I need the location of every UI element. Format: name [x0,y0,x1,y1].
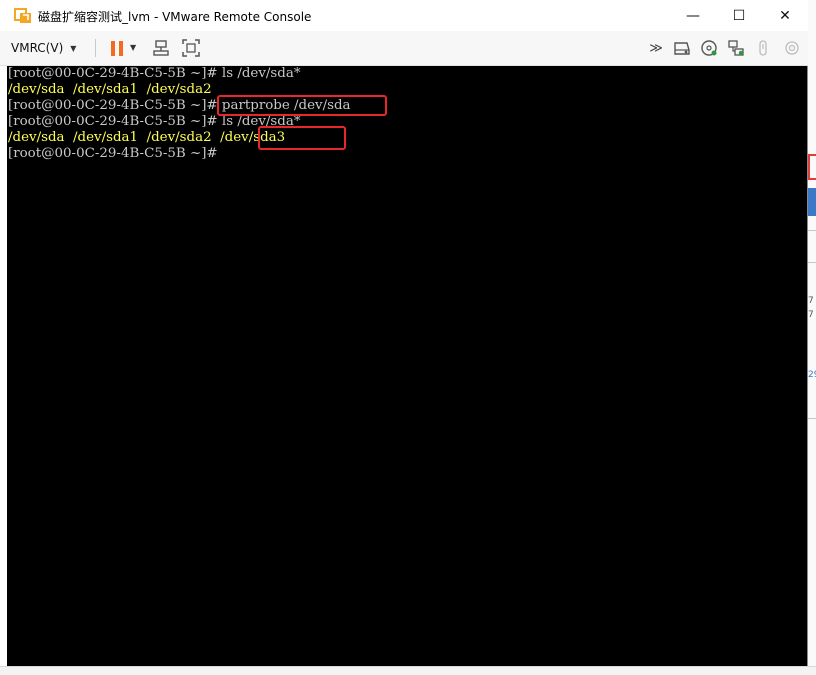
title-bar[interactable]: 磁盘扩缩容测试_lvm - VMware Remote Console — ☐ … [0,0,808,31]
toolbar: VMRC(V) ▼ ▼ ≫ [0,31,808,66]
maximize-icon: ☐ [732,7,746,24]
console-line: [root@00-0C-29-4B-C5-5B ~]# ls /dev/sda* [8,114,301,130]
sda3-highlight-box [258,126,346,150]
usb-button[interactable] [752,37,774,59]
background-app-edge: 7 7 29 [808,0,816,674]
background-text: 7 [808,296,814,306]
usb-icon [759,40,767,56]
close-button[interactable]: ✕ [762,0,808,31]
shell-prompt: [root@00-0C-29-4B-C5-5B ~]# [8,98,222,113]
pause-icon [119,40,123,56]
sound-icon [785,41,799,55]
shell-command: ls /dev/sda* [221,66,301,81]
command-output: /dev/sda /dev/sda1 /dev/sda2 [8,130,221,145]
toolbar-divider [95,39,96,57]
background-divider [808,418,816,419]
send-ctrl-alt-del-button[interactable] [150,37,172,59]
maximize-button[interactable]: ☐ [716,0,762,31]
pause-button[interactable] [106,37,128,59]
partprobe-highlight-box [217,95,387,116]
vmrc-menu-button[interactable]: VMRC(V) ▼ [11,37,76,59]
background-text: 29 [808,370,816,380]
command-output: /dev/sda /dev/sda1 /dev/sda2 [8,82,212,97]
background-blue-bar [808,188,816,216]
forward-icon: ≫ [649,40,663,56]
vmrc-app-icon [14,6,32,24]
more-toolbar-button[interactable]: ≫ [645,37,667,59]
shell-prompt: [root@00-0C-29-4B-C5-5B ~]# [8,146,218,161]
window-title: 磁盘扩缩容测试_lvm - VMware Remote Console [38,10,312,24]
background-divider [808,230,816,231]
hard-disk-icon [674,42,690,55]
power-options-chevron-icon[interactable]: ▼ [130,43,136,52]
vmrc-window: 磁盘扩缩容测试_lvm - VMware Remote Console — ☐ … [0,0,808,666]
vmrc-menu-label: VMRC(V) [11,41,64,55]
minimize-button[interactable]: — [670,0,716,31]
cd-dvd-button[interactable] [698,37,720,59]
fullscreen-button[interactable] [180,37,202,59]
shell-prompt: [root@00-0C-29-4B-C5-5B ~]# [8,66,222,81]
shell-prompt: [root@00-0C-29-4B-C5-5B ~]# [8,114,222,129]
console-line: [root@00-0C-29-4B-C5-5B ~]# ls /dev/sda* [8,66,301,82]
send-ctrl-alt-del-icon [153,40,169,56]
console-line: /dev/sda /dev/sda1 /dev/sda2 /dev/sda3 [8,130,285,146]
network-adapter-icon [728,40,744,56]
chevron-down-icon: ▼ [70,43,77,53]
minimize-icon: — [686,7,700,24]
background-text: 7 [808,310,814,320]
console-line: [root@00-0C-29-4B-C5-5B ~]# [8,146,218,162]
network-adapter-button[interactable] [725,37,747,59]
close-icon: ✕ [779,7,791,24]
console-screen[interactable]: [root@00-0C-29-4B-C5-5B ~]# ls /dev/sda*… [7,66,807,666]
hard-disk-button[interactable] [671,37,693,59]
background-divider [808,262,816,263]
pause-icon [111,40,115,56]
sound-button[interactable] [781,37,803,59]
fullscreen-icon [182,39,200,57]
console-line: /dev/sda /dev/sda1 /dev/sda2 [8,82,212,98]
background-red-frame [808,154,816,180]
cd-dvd-icon [701,40,717,56]
